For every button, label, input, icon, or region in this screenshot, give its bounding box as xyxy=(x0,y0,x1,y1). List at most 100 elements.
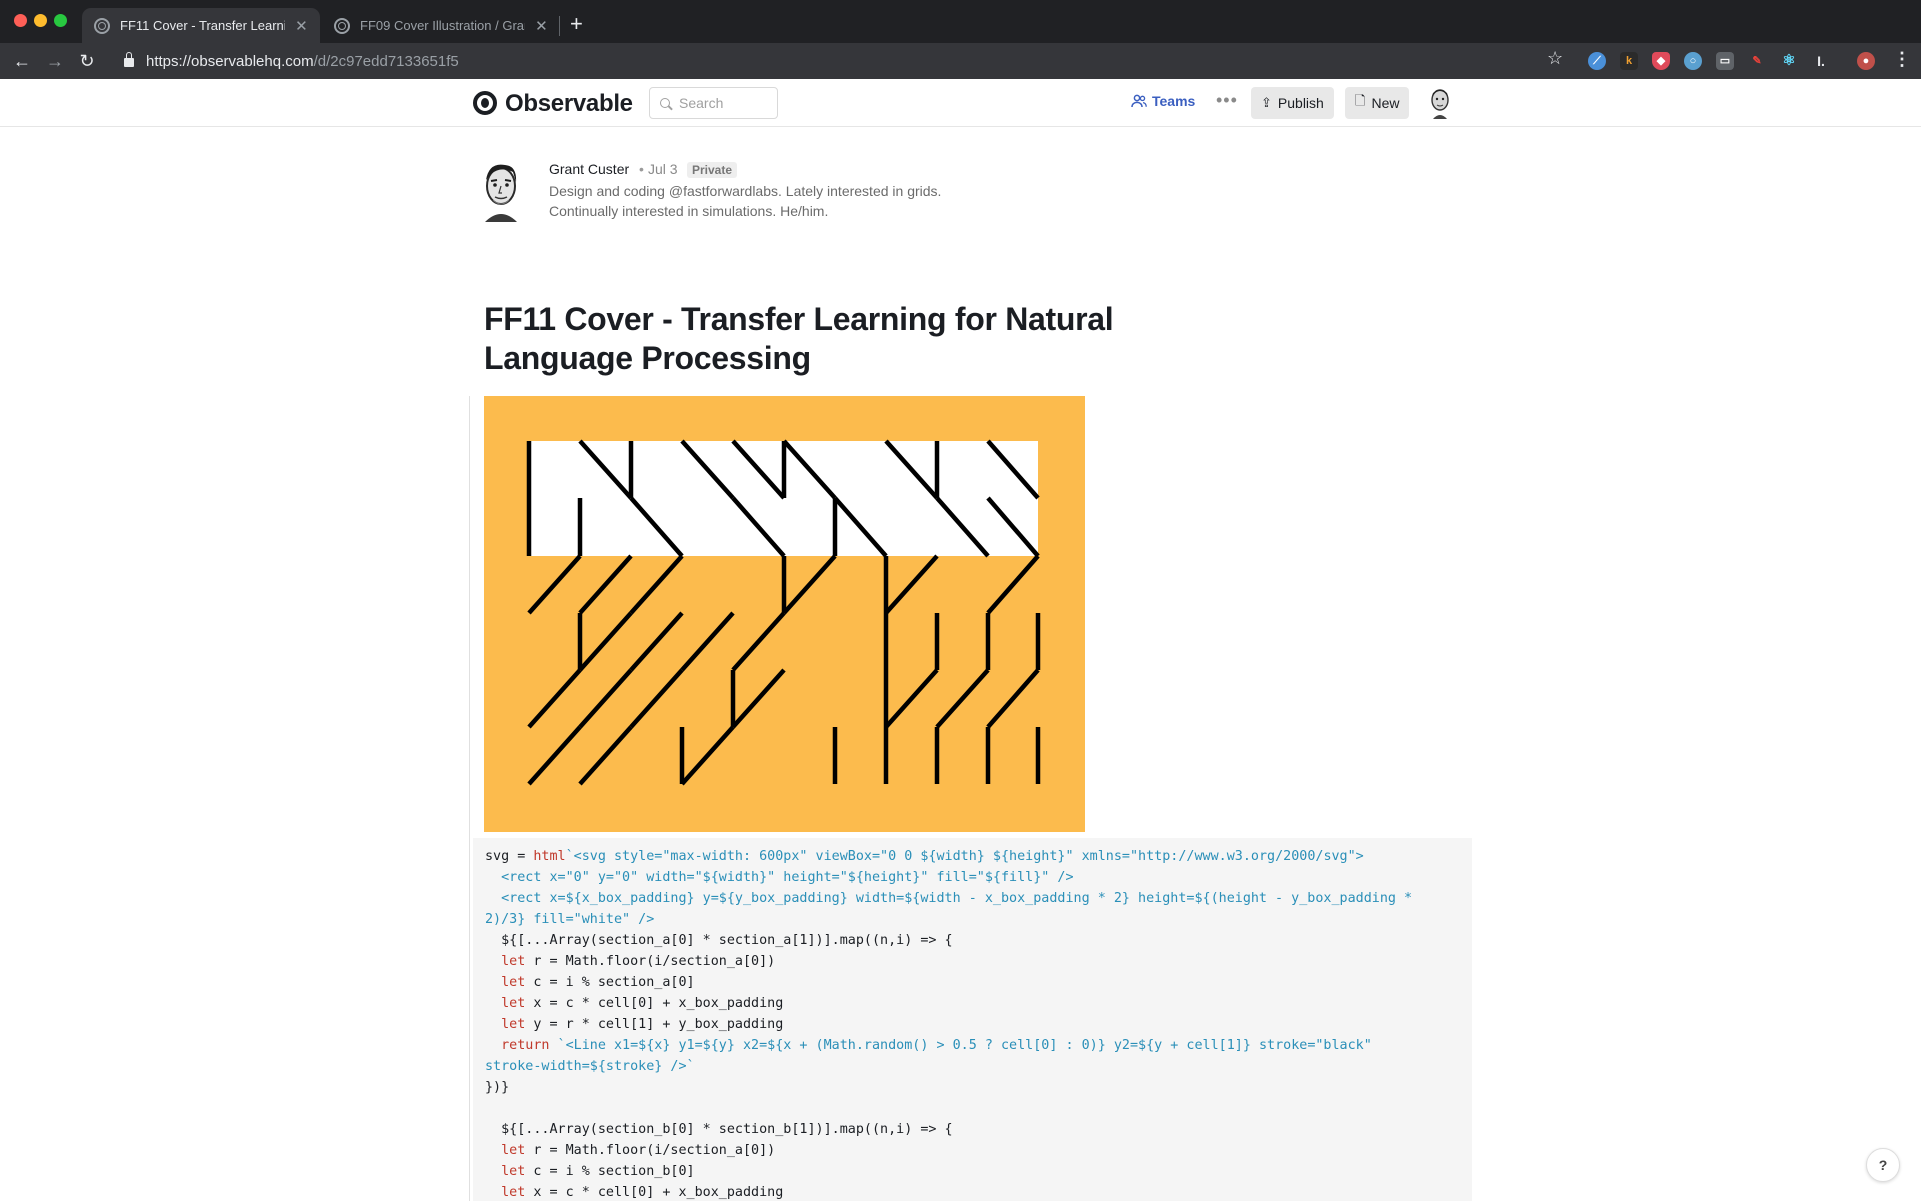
tab-title: FF09 Cover Illustration / Grant xyxy=(360,18,525,33)
help-button[interactable]: ? xyxy=(1866,1148,1900,1182)
code-token: y = r * cell[1] + y_box_padding xyxy=(525,1017,784,1032)
close-tab-icon[interactable]: ✕ xyxy=(295,17,308,35)
code-line: let r = Math.floor(i/section_a[0]) xyxy=(485,951,1462,972)
private-badge: Private xyxy=(687,162,738,178)
teams-icon xyxy=(1131,94,1147,108)
observable-favicon-icon xyxy=(334,17,350,34)
new-document-icon: 🗋 xyxy=(1355,93,1366,108)
observable-logo-text[interactable]: Observable xyxy=(505,90,633,118)
compass-ext-icon[interactable]: ⟋ xyxy=(1588,52,1606,70)
tab-title: FF11 Cover - Transfer Learning xyxy=(120,18,285,33)
maximize-window-button[interactable] xyxy=(54,14,67,27)
code-line: })} xyxy=(485,1077,1462,1098)
code-token: stroke-width=${stroke} />` xyxy=(485,1059,695,1074)
url-host: https://observablehq.com xyxy=(146,52,314,70)
code-line: ${[...Array(section_b[0] * section_b[1])… xyxy=(485,1119,1462,1140)
code-line: <rect x=${x_box_padding} y=${y_box_paddi… xyxy=(485,888,1462,909)
code-line: let c = i % section_a[0] xyxy=(485,972,1462,993)
code-token: `<svg style="max-width: 600px" viewBox="… xyxy=(565,849,1364,864)
lock-icon xyxy=(124,52,134,67)
k-ext-icon[interactable]: k xyxy=(1620,52,1638,70)
code-token: let xyxy=(501,1185,526,1200)
code-token: x = c * cell[0] + x_box_padding xyxy=(525,1185,784,1200)
code-line: 2)/3} fill="white" /> xyxy=(485,909,1462,930)
code-token: 2)/3} fill="white" /> xyxy=(485,912,655,927)
teams-link[interactable]: Teams xyxy=(1131,93,1195,109)
code-line: let y = r * cell[1] + y_box_padding xyxy=(485,1014,1462,1035)
user-avatar[interactable] xyxy=(1427,87,1453,119)
code-token: c = i % section_a[0] xyxy=(525,975,695,990)
code-token: let xyxy=(501,1143,526,1158)
new-label: New xyxy=(1371,95,1400,111)
cover-illustration xyxy=(484,396,1085,832)
site-header: Observable Search Teams ••• ⇪ Publish 🗋 … xyxy=(0,79,1921,127)
back-arrow-icon[interactable]: ← xyxy=(10,49,34,73)
close-window-button[interactable] xyxy=(14,14,27,27)
new-notebook-button[interactable]: 🗋 New xyxy=(1345,87,1410,119)
forward-arrow-icon[interactable]: → xyxy=(43,49,67,73)
tab-divider xyxy=(559,16,560,36)
shield-ext-icon[interactable]: ◆ xyxy=(1652,52,1670,70)
code-token: })} xyxy=(485,1080,510,1095)
code-token: ${[...Array(section_a[0] * section_a[1])… xyxy=(485,933,953,948)
code-token: x = c * cell[0] + x_box_padding xyxy=(525,996,784,1011)
code-line: let r = Math.floor(i/section_a[0]) xyxy=(485,1140,1462,1161)
window-ext-icon[interactable]: ▭ xyxy=(1716,52,1734,70)
browser-tab[interactable]: FF09 Cover Illustration / Grant ✕ xyxy=(322,8,560,43)
url-path: /d/2c97edd7133651f5 xyxy=(313,52,459,70)
code-token: ${[...Array(section_b[0] * section_b[1])… xyxy=(485,1122,953,1137)
new-tab-button[interactable]: + xyxy=(570,11,583,37)
more-options-button[interactable]: ••• xyxy=(1216,90,1238,111)
search-placeholder: Search xyxy=(679,95,724,111)
code-line: ${[...Array(section_a[0] * section_a[1])… xyxy=(485,930,1462,951)
code-token: html xyxy=(533,849,566,864)
bookmark-star-icon[interactable]: ☆ xyxy=(1547,48,1563,69)
search-input[interactable]: Search xyxy=(649,87,778,119)
code-line: let c = i % section_b[0] xyxy=(485,1161,1462,1182)
code-token: <rect x="0" y="0" width="${width}" heigh… xyxy=(485,870,1074,885)
upload-icon: ⇪ xyxy=(1261,95,1272,110)
reload-icon[interactable]: ↻ xyxy=(75,49,99,73)
search-icon xyxy=(660,98,670,108)
react-ext-icon[interactable]: ⚛ xyxy=(1780,52,1798,70)
notebook-title: FF11 Cover - Transfer Learning for Natur… xyxy=(484,301,1114,376)
code-line: let x = c * cell[0] + x_box_padding xyxy=(485,993,1462,1014)
code-cell[interactable]: svg = html`<svg style="max-width: 600px"… xyxy=(473,838,1472,1201)
author-avatar[interactable] xyxy=(477,160,525,222)
code-token: svg = xyxy=(485,849,534,864)
browser-menu-icon[interactable]: ⋮ xyxy=(1893,49,1911,70)
publish-date: Jul 3 xyxy=(648,161,678,177)
browser-tab-active[interactable]: FF11 Cover - Transfer Learning ✕ xyxy=(82,8,320,43)
circle-ext-icon[interactable]: ○ xyxy=(1684,52,1702,70)
code-token: let xyxy=(501,954,526,969)
code-line: <rect x="0" y="0" width="${width}" heigh… xyxy=(485,867,1462,888)
close-tab-icon[interactable]: ✕ xyxy=(535,17,548,35)
profile-ext-icon[interactable]: ● xyxy=(1857,52,1875,70)
code-line: let x = c * cell[0] + x_box_padding xyxy=(485,1182,1462,1201)
code-token: let xyxy=(501,996,526,1011)
cell-gutter xyxy=(469,396,470,1201)
minimize-window-button[interactable] xyxy=(34,14,47,27)
browser-tab-strip: FF11 Cover - Transfer Learning ✕ FF09 Co… xyxy=(0,0,1921,43)
code-token: let xyxy=(501,1164,526,1179)
observable-favicon-icon xyxy=(94,17,110,34)
code-token: r = Math.floor(i/section_a[0]) xyxy=(525,954,776,969)
code-line: svg = html`<svg style="max-width: 600px"… xyxy=(485,846,1462,867)
color-ext-icon[interactable]: ✎ xyxy=(1748,52,1766,70)
cursor-ext-icon[interactable]: I. xyxy=(1812,52,1830,70)
address-bar[interactable]: https://observablehq.com/d/2c97edd713365… xyxy=(114,45,1559,77)
code-token: <rect x=${x_box_padding} y=${y_box_paddi… xyxy=(485,891,1413,906)
observable-logo-icon[interactable] xyxy=(473,91,497,115)
meta-separator: • xyxy=(639,161,644,177)
author-name[interactable]: Grant Custer xyxy=(549,161,629,177)
publish-label: Publish xyxy=(1277,95,1324,111)
publish-button[interactable]: ⇪ Publish xyxy=(1251,87,1334,119)
code-line: stroke-width=${stroke} />` xyxy=(485,1056,1462,1077)
